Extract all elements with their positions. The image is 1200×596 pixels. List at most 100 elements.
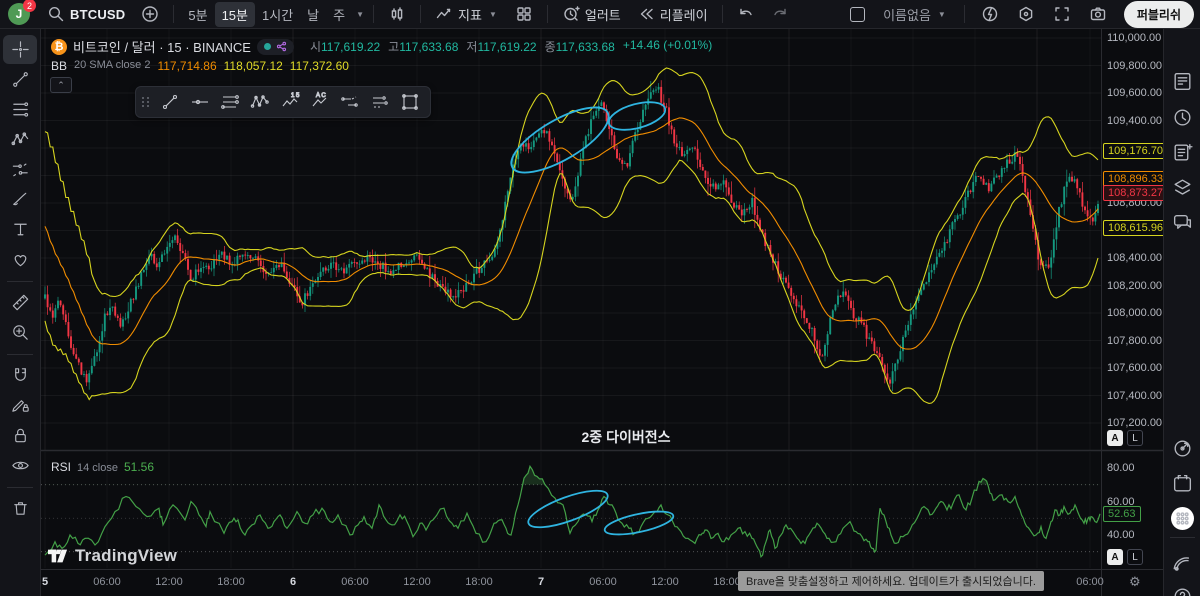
symbol-title[interactable]: 비트코인 / 달러 · 15 · BINANCE xyxy=(73,37,251,56)
rsi-legend[interactable]: RSI 14 close 51.56 xyxy=(51,460,154,474)
bb-legend[interactable]: BB 20 SMA close 2 117,714.86 118,057.12 … xyxy=(51,59,349,73)
camera-icon xyxy=(1089,5,1107,23)
user-menu[interactable]: J 2 xyxy=(8,3,30,25)
chart-region[interactable]: ₿ 비트코인 / 달러 · 15 · BINANCE 시117,619.22고1… xyxy=(41,29,1163,596)
ftwosegdot-icon xyxy=(369,91,391,113)
compare-add-button[interactable] xyxy=(134,2,166,26)
save-layout-button[interactable] xyxy=(843,4,872,25)
interval-주[interactable]: 주 xyxy=(326,2,352,27)
apps-sidebar-button[interactable] xyxy=(1171,507,1194,530)
log-scale-button[interactable]: L xyxy=(1127,430,1143,446)
time-label: 18:00 xyxy=(209,576,253,588)
forecast-tool-button[interactable] xyxy=(3,155,37,184)
market-status-pill[interactable] xyxy=(257,39,294,55)
eye-tool-button[interactable] xyxy=(3,451,37,480)
text-tool-button[interactable] xyxy=(3,215,37,244)
magnet-icon xyxy=(10,365,31,386)
drawlock-tool-button[interactable] xyxy=(3,391,37,420)
trend-drawing-button[interactable] xyxy=(156,90,184,114)
elliott-drawing-button[interactable]: 1 5 xyxy=(276,90,304,114)
auto-scale-button[interactable]: A xyxy=(1107,430,1123,446)
magnet-tool-button[interactable] xyxy=(3,361,37,390)
abc-drawing-button[interactable]: A C xyxy=(306,90,334,114)
separator xyxy=(964,5,965,23)
divergence-annotation-text[interactable]: 2중 다이버전스 xyxy=(561,427,691,447)
price-tick: 108,000.00 xyxy=(1107,307,1162,319)
timezone-gear-icon[interactable]: ⚙ xyxy=(1129,574,1141,590)
interval-caret-icon[interactable]: ▼ xyxy=(354,10,366,19)
hray-drawing-button[interactable] xyxy=(186,90,214,114)
crosshair-tool-button[interactable] xyxy=(3,35,37,64)
quick-actions-button[interactable] xyxy=(974,2,1006,26)
candlestick-icon xyxy=(388,5,406,23)
redo-button[interactable] xyxy=(764,2,796,26)
redo-icon xyxy=(771,5,789,23)
bb-lower-value: 117,372.60 xyxy=(290,59,349,73)
eye-icon xyxy=(10,455,31,476)
time-label: 18:00 xyxy=(457,576,501,588)
watermark-text: TradingView xyxy=(75,546,177,566)
layout-caret-icon: ▼ xyxy=(936,10,948,19)
signal-sidebar-button[interactable] xyxy=(1171,551,1194,574)
tradingview-watermark: TradingView xyxy=(47,546,177,566)
chat-icon xyxy=(1171,211,1194,234)
plus-circle-icon xyxy=(141,5,159,23)
help-sidebar-button[interactable] xyxy=(1171,585,1194,596)
main-pane-buttons: A L xyxy=(1107,430,1143,446)
interval-날[interactable]: 날 xyxy=(300,2,326,27)
drag-handle[interactable] xyxy=(142,97,150,107)
indicators-caret-icon[interactable]: ▼ xyxy=(487,10,499,19)
fib-tool-button[interactable] xyxy=(3,95,37,124)
ruler-tool-button[interactable] xyxy=(3,288,37,317)
floating-drawing-toolbar[interactable]: 1 5A C xyxy=(135,86,431,118)
layers-sidebar-button[interactable] xyxy=(1171,176,1194,199)
layout-name-button[interactable]: 이름없음 ▼ xyxy=(876,2,955,27)
alert-button[interactable]: 얼러트 xyxy=(555,2,628,27)
ideas-sidebar-button[interactable] xyxy=(1171,141,1194,164)
rsi-auto-scale-button[interactable]: A xyxy=(1107,549,1123,565)
publish-button[interactable]: 퍼블리쉬 xyxy=(1124,1,1194,28)
interval-1시간[interactable]: 1시간 xyxy=(255,2,300,27)
heart-tool-button[interactable] xyxy=(3,245,37,274)
rsi-params: 14 close xyxy=(77,462,118,474)
legend-collapse-button[interactable]: ⌃ xyxy=(50,77,72,93)
symbol-search-button[interactable]: BTCUSD xyxy=(40,2,132,26)
channel-drawing-button[interactable] xyxy=(216,90,244,114)
signal-icon xyxy=(1171,551,1194,574)
rsi-log-scale-button[interactable]: L xyxy=(1127,549,1143,565)
interval-15분[interactable]: 15분 xyxy=(215,2,255,27)
replay-button[interactable]: 리플레이 xyxy=(630,2,715,27)
chat-sidebar-button[interactable] xyxy=(1171,211,1194,234)
watchlist-sidebar-button[interactable] xyxy=(1171,70,1194,93)
undo-button[interactable] xyxy=(730,2,762,26)
layout-grid-button[interactable] xyxy=(508,2,540,26)
chart-style-button[interactable] xyxy=(381,2,413,26)
trash-tool-button[interactable] xyxy=(3,494,37,523)
calendar-sidebar-button[interactable] xyxy=(1171,472,1194,495)
interval-5분[interactable]: 5분 xyxy=(181,2,214,27)
browser-update-toast[interactable]: Brave을 맞춤설정하고 제어하세요. 업데이트가 출시되었습니다. xyxy=(738,571,1044,591)
target-sidebar-button[interactable] xyxy=(1171,437,1194,460)
twosegdot-drawing-button[interactable] xyxy=(366,90,394,114)
toolbar-divider xyxy=(7,487,33,488)
brush-tool-button[interactable] xyxy=(3,185,37,214)
zoomin-tool-button[interactable] xyxy=(3,318,37,347)
rect-drawing-button[interactable] xyxy=(396,90,424,114)
snapshot-button[interactable] xyxy=(1082,2,1114,26)
symbol-legend[interactable]: ₿ 비트코인 / 달러 · 15 · BINANCE 시117,619.22고1… xyxy=(51,37,712,56)
pattern-tool-button[interactable] xyxy=(3,125,37,154)
separator xyxy=(722,5,723,23)
settings-button[interactable] xyxy=(1010,2,1042,26)
trendline-tool-button[interactable] xyxy=(3,65,37,94)
twoseg-drawing-button[interactable] xyxy=(336,90,364,114)
price-tick: 109,800.00 xyxy=(1107,60,1162,72)
alertclock-sidebar-button[interactable] xyxy=(1171,106,1194,129)
price-label-bb-upper: 109,176.70 xyxy=(1103,143,1163,159)
price-tick: 110,000.00 xyxy=(1107,32,1161,44)
lock-tool-button[interactable] xyxy=(3,421,37,450)
fullscreen-button[interactable] xyxy=(1046,2,1078,26)
indicators-button[interactable]: 지표 ▼ xyxy=(428,2,506,27)
tradingview-app: J 2 BTCUSD 5분15분1시간날주 ▼ 지표 ▼ xyxy=(0,0,1200,596)
top-toolbar: J 2 BTCUSD 5분15분1시간날주 ▼ 지표 ▼ xyxy=(0,0,1200,29)
xabcd-drawing-button[interactable] xyxy=(246,90,274,114)
